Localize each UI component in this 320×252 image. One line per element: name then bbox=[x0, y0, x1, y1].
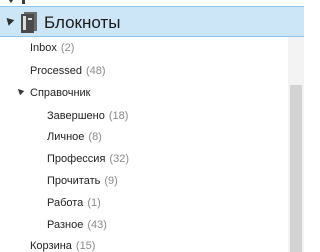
tree-item-label: Работа bbox=[47, 197, 84, 209]
tree-item-label: Справочник bbox=[30, 87, 91, 99]
tree-item-label: Прочитать bbox=[47, 175, 101, 187]
tree-item-count: (15) bbox=[75, 240, 96, 252]
tree-item-raznoe[interactable]: Разное (43) bbox=[47, 216, 107, 234]
notebook-tree-panel: Блокноты Inbox (2) Processed (48) Справочн… bbox=[0, 0, 304, 252]
tree-item-processed[interactable]: Processed (48) bbox=[30, 62, 106, 80]
tree-item-count: (2) bbox=[60, 42, 75, 54]
tree-item-lichnoe[interactable]: Личное (8) bbox=[47, 128, 102, 146]
tree-item-label: Профессия bbox=[47, 153, 106, 165]
tree-item-professiya[interactable]: Профессия (32) bbox=[47, 150, 129, 168]
notebooks-header[interactable]: Блокноты bbox=[0, 6, 304, 37]
collapse-arrow-icon[interactable] bbox=[6, 0, 16, 3]
tree-item-count: (32) bbox=[109, 153, 129, 165]
tree-item-label: Корзина bbox=[30, 240, 72, 252]
expand-arrow-icon[interactable] bbox=[15, 86, 25, 96]
notebook-icon bbox=[19, 11, 39, 33]
tree-item-rabota[interactable]: Работа (1) bbox=[47, 194, 101, 212]
tree-item-count: (48) bbox=[85, 65, 106, 77]
tree-item-count: (18) bbox=[108, 110, 129, 122]
tree-item-inbox[interactable]: Inbox (2) bbox=[30, 39, 74, 57]
tree-item-count: (43) bbox=[87, 219, 107, 231]
tree-item-prochitat[interactable]: Прочитать (9) bbox=[47, 172, 118, 190]
tree-item-label: Processed bbox=[30, 65, 82, 77]
tree-item-count: (9) bbox=[104, 175, 118, 187]
tree-item-label: Разное bbox=[47, 219, 84, 231]
tree-item-korzina[interactable]: Корзина (15) bbox=[30, 237, 95, 252]
clipped-icon bbox=[22, 0, 25, 4]
tree-item-label: Inbox bbox=[30, 42, 57, 54]
tree-item-count: (8) bbox=[88, 131, 102, 143]
expand-arrow-icon[interactable] bbox=[3, 15, 15, 26]
tree-item-label: Личное bbox=[47, 131, 85, 143]
header-title: Блокноты bbox=[44, 13, 121, 32]
tree-item-label: Завершено bbox=[47, 110, 105, 122]
scrollbar-thumb[interactable] bbox=[290, 85, 302, 252]
tree-item-count: (1) bbox=[87, 197, 101, 209]
tree-item-spravochnik[interactable]: Справочник bbox=[30, 84, 91, 102]
tree-item-zaversheno[interactable]: Завершено (18) bbox=[47, 107, 128, 125]
